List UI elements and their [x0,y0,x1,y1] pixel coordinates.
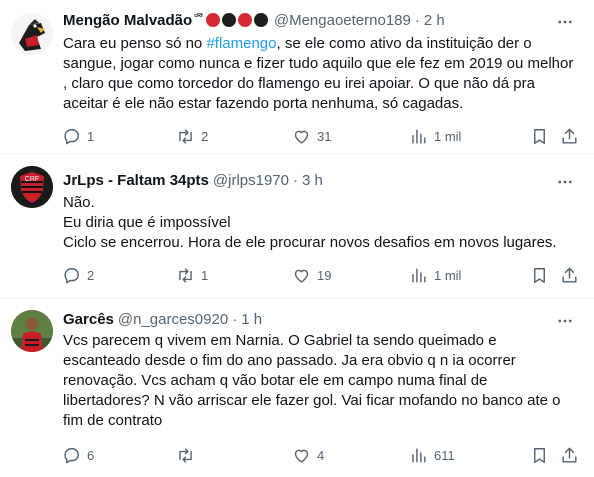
retweet-button[interactable]: 1 [176,265,208,285]
views-bar-chart-icon [412,447,426,463]
reply-button[interactable]: 6 [62,445,94,465]
flamengo-crest-avatar-icon: CRF [11,166,53,208]
like-count: 19 [317,267,332,283]
share-icon [562,128,577,144]
reply-icon [64,267,79,283]
handle[interactable]: @Mengaoeterno189 [274,12,411,29]
badge-circles [205,13,270,27]
tweet-text: Vcs parecem q vivem em Narnia. O Gabriel… [63,332,561,429]
views-count: 1 mil [434,128,462,144]
tweet-text-part: Cara eu penso só no [63,35,207,52]
share-icon [562,447,577,463]
views-button[interactable]: 1 mil [409,265,461,285]
retweet-button[interactable] [176,445,201,465]
black-circle-icon [253,13,268,27]
avatar[interactable] [11,13,53,55]
tweet-header: Garcês @n_garces0920 · 1 h [63,309,262,329]
timestamp[interactable]: 2 h [424,12,445,29]
reply-button[interactable]: 2 [62,265,94,285]
like-button[interactable]: 31 [292,126,331,146]
reply-icon [64,447,79,463]
separator-dot: · [293,171,298,189]
bookmark-button[interactable] [530,126,549,146]
views-count: 611 [434,447,455,463]
like-count: 31 [317,128,332,144]
more-options-button[interactable] [554,12,576,32]
svg-text:CRF: CRF [25,176,39,183]
views-count: 1 mil [434,267,462,283]
share-button[interactable] [560,126,579,146]
timestamp[interactable]: 1 h [241,311,262,328]
share-button[interactable] [560,265,579,285]
display-name[interactable]: JrLps - Faltam 34pts [63,172,209,189]
views-bar-chart-icon [412,267,426,283]
tweet-text: Cara eu penso só no #flamengo, se ele co… [63,34,575,114]
retweet-button[interactable]: 2 [176,126,208,146]
handle[interactable]: @n_garces0920 [118,311,228,328]
reply-icon [64,128,79,144]
more-options-button[interactable] [554,311,576,331]
tweet-actions: 2 1 19 1 mil [56,265,586,285]
more-options-button[interactable] [554,172,576,192]
timestamp[interactable]: 3 h [302,172,323,189]
player-photo-avatar-icon [11,310,53,352]
display-name[interactable]: Garcês [63,311,114,328]
tweet-1[interactable]: Mengão Malvadão ᶜᴿᶠ @Mengaoeterno189 · 2… [0,0,594,154]
bookmark-icon [534,128,545,144]
red-circle-icon [237,13,252,27]
tweet-2[interactable]: CRF JrLps - Faltam 34pts @jrlps1970 · 3 … [0,154,594,299]
separator-dot: · [232,310,238,328]
reply-count: 6 [87,447,95,463]
tweet-text-line: Eu diria que é impossível [63,214,231,231]
reply-button[interactable]: 1 [62,126,94,146]
tweet-header: JrLps - Faltam 34pts @jrlps1970 · 3 h [63,170,323,190]
heart-icon [294,269,309,283]
tweet-actions: 6 4 611 [56,445,586,465]
bookmark-icon [534,447,545,463]
share-icon [562,267,577,283]
more-dots-icon [558,180,572,184]
heart-icon [294,130,309,144]
retweet-count: 1 [201,267,209,283]
tweet-actions: 1 2 31 1 mil [56,126,586,146]
views-button[interactable]: 611 [409,445,455,465]
share-button[interactable] [560,445,579,465]
separator-dot: · [414,11,420,29]
bookmark-icon [534,267,545,283]
handle[interactable]: @jrlps1970 [213,172,289,189]
like-count: 4 [317,447,325,463]
more-dots-icon [558,20,572,24]
views-button[interactable]: 1 mil [409,126,461,146]
tweet-header: Mengão Malvadão ᶜᴿᶠ @Mengaoeterno189 · 2… [63,10,445,30]
tweet-text: Não. Eu diria que é impossível Ciclo se … [63,193,575,253]
reply-count: 2 [87,267,95,283]
display-name[interactable]: Mengão Malvadão [63,12,192,29]
name-badge: ᶜᴿᶠ [194,11,203,21]
tweet-3[interactable]: Garcês @n_garces0920 · 1 h Vcs parecem q… [0,299,594,477]
vulture-mascot-avatar-icon [11,13,53,55]
retweet-icon [179,447,192,463]
black-circle-icon [221,13,236,27]
reply-count: 1 [87,128,95,144]
retweet-icon [179,267,192,283]
avatar[interactable]: CRF [11,166,53,208]
views-bar-chart-icon [412,128,426,144]
like-button[interactable]: 19 [292,265,331,285]
hashtag-link[interactable]: #flamengo [206,35,276,52]
more-dots-icon [558,319,572,323]
tweet-text-line: Ciclo se encerrou. Hora de ele procurar … [63,234,557,251]
bookmark-button[interactable] [530,265,549,285]
retweet-icon [179,128,192,144]
retweet-count: 2 [201,128,209,144]
tweet-text-line: Não. [63,194,95,211]
heart-icon [294,449,309,463]
like-button[interactable]: 4 [292,445,324,465]
red-circle-icon [205,13,220,27]
bookmark-button[interactable] [530,445,549,465]
avatar[interactable] [11,310,53,352]
